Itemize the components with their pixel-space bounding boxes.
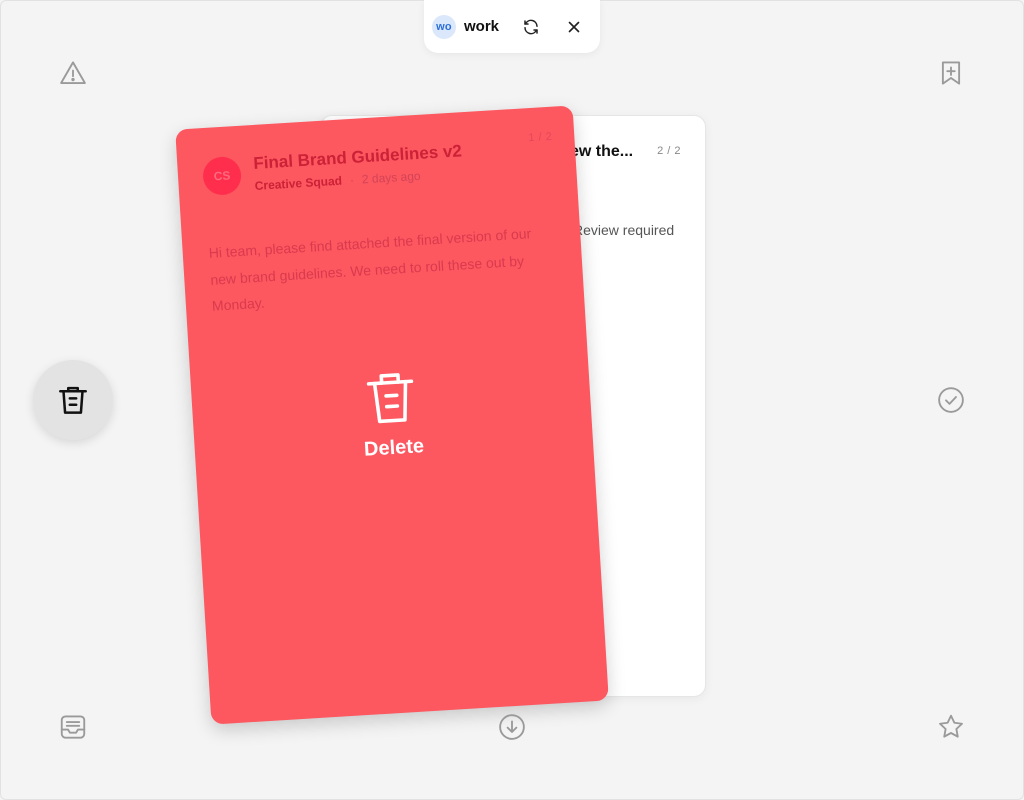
back-card-title: ew the... — [570, 143, 634, 160]
check-circle-icon — [938, 387, 964, 413]
delete-button[interactable] — [33, 360, 113, 440]
message-meta: Creative Squad · 2 days ago — [254, 169, 421, 193]
trash-icon — [366, 373, 414, 424]
inbox-tray-icon — [60, 715, 86, 739]
sender-avatar: CS — [201, 155, 243, 197]
mark-done-button[interactable] — [931, 380, 971, 420]
close-icon — [568, 21, 580, 33]
card-counter: 1 / 2 — [528, 130, 553, 145]
alert-triangle-icon — [60, 61, 86, 84]
download-circle-icon — [499, 714, 525, 740]
download-button[interactable] — [492, 707, 532, 747]
message-body: Hi team, please find attached the final … — [208, 225, 532, 314]
report-spam-button[interactable] — [53, 53, 93, 93]
refresh-button[interactable] — [518, 14, 544, 40]
workspace-avatar[interactable]: wo — [432, 14, 456, 39]
trash-icon — [59, 386, 87, 414]
meta-separator: · — [349, 172, 355, 188]
workspace-pill: wo work — [424, 0, 600, 53]
back-card-counter: 2 / 2 — [657, 145, 681, 157]
star-icon — [939, 714, 963, 738]
message-title: Final Brand Guidelines v2 — [252, 141, 463, 173]
delete-swipe-overlay: Delete — [190, 355, 593, 472]
message-time: 2 days ago — [361, 168, 421, 187]
back-card-body: Review required — [573, 222, 675, 238]
workspace-name[interactable]: work — [464, 18, 499, 35]
bookmark-plus-icon — [941, 61, 961, 85]
bookmark-add-button[interactable] — [931, 53, 971, 93]
close-button[interactable] — [561, 14, 587, 40]
delete-label: Delete — [363, 435, 425, 461]
inbox-button[interactable] — [53, 707, 93, 747]
message-card-front[interactable]: CS Final Brand Guidelines v2 Creative Sq… — [175, 105, 609, 725]
sender-name: Creative Squad — [254, 173, 343, 193]
refresh-icon — [524, 19, 538, 35]
star-button[interactable] — [931, 707, 971, 747]
